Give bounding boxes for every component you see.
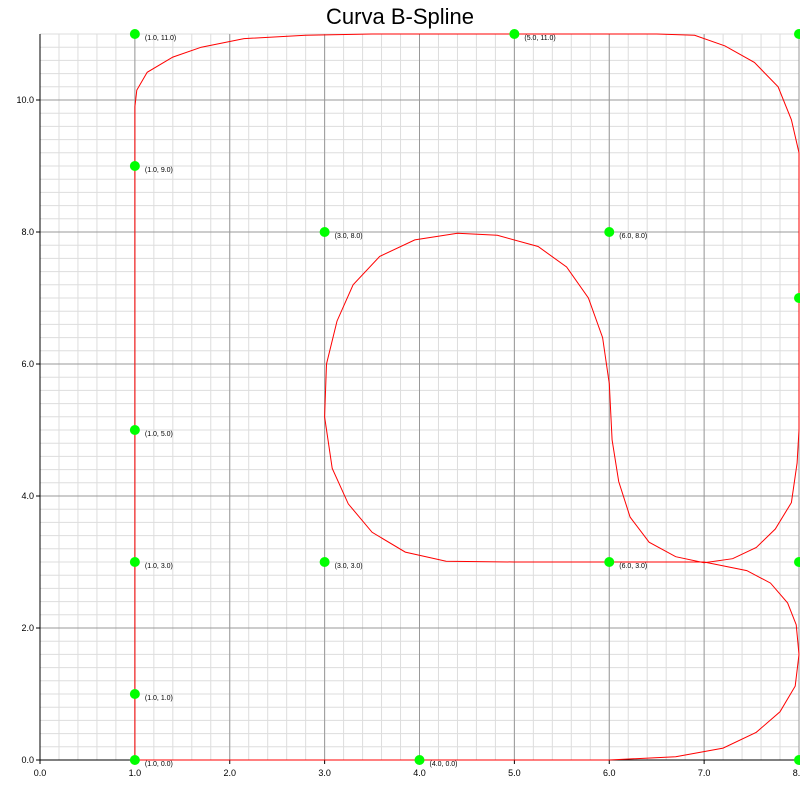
control-point [319,557,330,567]
x-tick-label: 8.0 [793,768,800,778]
control-point [604,557,615,567]
control-point-label: (1.0, 3.0) [145,563,173,570]
control-point-label: (3.0, 8.0) [335,233,363,240]
x-tick-label: 7.0 [698,768,711,778]
control-point-label: (1.0, 11.0) [145,35,176,42]
control-point-label: (1.0, 0.0) [145,761,173,768]
x-tick-label: 5.0 [508,768,521,778]
control-point [794,557,800,567]
control-point [794,29,800,39]
control-point [604,227,615,237]
x-tick-label: 1.0 [129,768,142,778]
control-point-label: (6.0, 8.0) [619,233,647,240]
bspline-chart: 0.0 1.0 2.0 3.0 4.0 5.0 6.0 7.0 8.0 0.0 2.0 4.0 6.0 8… [16,29,800,778]
x-tick-label: 0.0 [34,768,47,778]
control-point [129,755,140,765]
y-tick-label: 8.0 [21,227,34,237]
control-point-label: (6.0, 3.0) [619,563,647,570]
y-tick-label: 2.0 [21,623,34,633]
y-tick-label: 6.0 [21,359,34,369]
y-tick-label: 0.0 [21,755,34,765]
control-point [129,425,140,435]
y-tick-label: 4.0 [21,491,34,501]
control-point [319,227,330,237]
control-point [129,689,140,699]
control-point-label: (1.0, 9.0) [145,167,173,174]
control-point-label: (4.0, 0.0) [430,761,458,768]
control-point [794,293,800,303]
x-tick-label: 6.0 [603,768,616,778]
control-point [509,29,520,39]
curves [134,33,800,761]
control-point [129,161,140,171]
y-tick-label: 10.0 [16,95,34,105]
control-point-label: (1.0, 1.0) [145,695,173,702]
bspline-curve [134,33,800,761]
control-point [414,755,425,765]
axes: 0.0 1.0 2.0 3.0 4.0 5.0 6.0 7.0 8.0 0.0 2.0 4.0 6.0 8… [16,34,800,778]
x-tick-label: 4.0 [413,768,426,778]
x-tick-label: 2.0 [223,768,236,778]
control-point [129,29,140,39]
control-point-label: (5.0, 11.0) [524,35,555,42]
control-point [129,557,140,567]
control-point [794,755,800,765]
control-point-label: (3.0, 3.0) [335,563,363,570]
x-tick-label: 3.0 [318,768,331,778]
control-point-label: (1.0, 5.0) [145,431,173,438]
